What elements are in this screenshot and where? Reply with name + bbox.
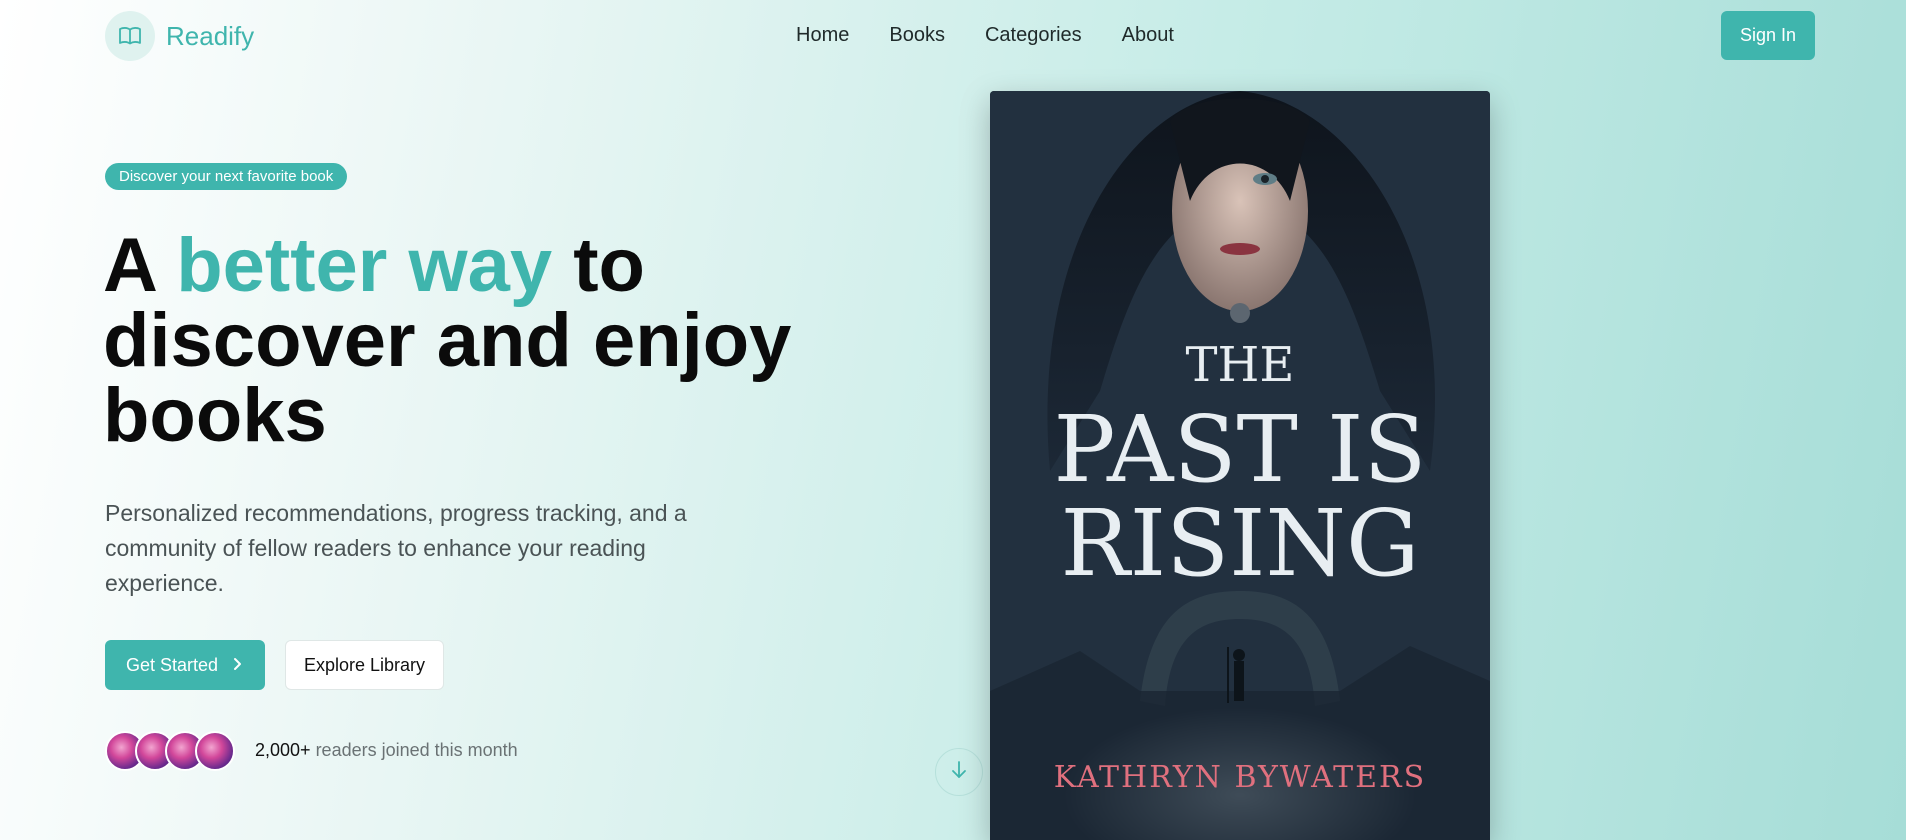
- brand-name: Readify: [166, 20, 255, 51]
- get-started-label: Get Started: [125, 654, 219, 675]
- book-cover-art: THE PAST IS RISING KATHRYN BYWATERS: [990, 91, 1490, 840]
- top-navbar: Readify Home Books Categories About Sign…: [0, 0, 1906, 72]
- headline-part1: A: [103, 223, 177, 308]
- chevron-right-icon: [232, 655, 244, 676]
- hero-subtitle: Personalized recommendations, progress t…: [105, 500, 687, 596]
- arrow-down-icon: [950, 760, 968, 785]
- hero-badge: Discover your next favorite book: [105, 163, 348, 190]
- nav-link-books[interactable]: Books: [889, 24, 945, 47]
- book-author: KATHRYN BYWATERS: [1054, 760, 1426, 795]
- avatar: [195, 731, 235, 771]
- brand-logo[interactable]: Readify: [105, 11, 254, 61]
- nav-link-categories[interactable]: Categories: [985, 24, 1082, 47]
- headline-accent: better way: [176, 223, 553, 308]
- book-title-line3: RISING: [1061, 490, 1420, 597]
- nav-links: Home Books Categories About: [796, 24, 1174, 47]
- explore-library-button[interactable]: Explore Library: [285, 640, 444, 690]
- scroll-down-button[interactable]: [935, 748, 983, 796]
- readers-joined-text: 2,000+ readers joined this month: [255, 740, 518, 761]
- sign-in-button[interactable]: Sign In: [1721, 11, 1815, 60]
- readers-count: 2,000+: [255, 740, 311, 760]
- book-open-icon: [105, 11, 155, 61]
- hero-headline: A better way to discover and enjoy books: [103, 228, 843, 454]
- book-cover[interactable]: THE PAST IS RISING KATHRYN BYWATERS: [990, 91, 1490, 840]
- reader-avatars: [105, 731, 235, 771]
- book-title-line1: THE: [1186, 337, 1295, 393]
- nav-link-about[interactable]: About: [1122, 24, 1174, 47]
- nav-link-home[interactable]: Home: [796, 24, 849, 47]
- book-title-line2: PAST IS: [1054, 396, 1427, 503]
- get-started-button[interactable]: Get Started: [105, 640, 265, 690]
- readers-label: readers joined this month: [310, 740, 518, 760]
